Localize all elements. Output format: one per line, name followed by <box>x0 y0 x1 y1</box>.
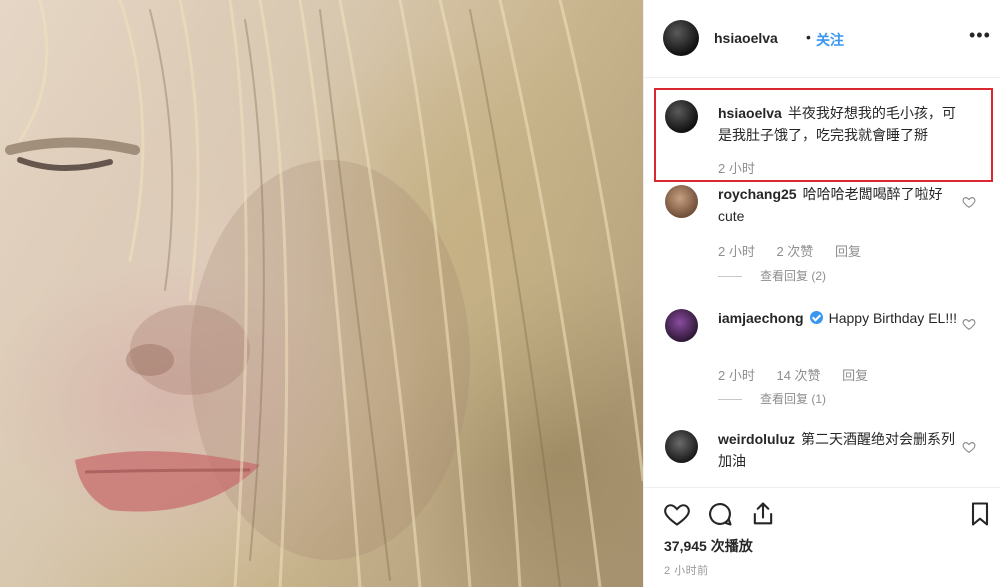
replies-divider-line <box>718 399 742 401</box>
verified-badge-icon <box>809 311 823 324</box>
caption-avatar[interactable] <box>665 100 698 133</box>
reply-button[interactable]: 回复 <box>842 368 868 383</box>
reply-button[interactable]: 回复 <box>835 244 861 259</box>
comment-like-heart-icon[interactable] <box>962 317 976 331</box>
comment-username[interactable]: iamjaechong <box>718 310 804 326</box>
view-count[interactable]: 37,945 次播放 <box>664 536 753 556</box>
comment-time: 2 小时 <box>718 368 755 383</box>
comment-bubble-icon[interactable] <box>706 500 734 528</box>
heart-icon[interactable] <box>663 500 691 528</box>
commenter-avatar[interactable] <box>665 309 698 342</box>
media-image <box>5 0 643 587</box>
comment-like-heart-icon[interactable] <box>962 195 976 209</box>
comment-likes-count[interactable]: 14 次赞 <box>776 368 820 383</box>
view-replies-button[interactable]: 查看回复 (2) <box>718 267 826 284</box>
author-username[interactable]: hsiaoelva <box>714 30 778 46</box>
caption-username[interactable]: hsiaoelva <box>718 105 782 121</box>
comment-likes-count[interactable]: 2 次赞 <box>776 244 813 259</box>
view-replies-label: 查看回复 (1) <box>760 392 827 406</box>
follow-button[interactable]: 关注 <box>816 30 844 50</box>
share-icon[interactable] <box>749 500 777 528</box>
post-side-panel: hsiaoelva • 关注 ••• hsiaoelva 半夜我好想我的毛小孩，可… <box>643 0 1000 587</box>
header-separator: • <box>806 29 811 45</box>
comment-username[interactable]: roychang25 <box>718 186 797 202</box>
post-action-bar <box>644 487 1000 537</box>
commenter-avatar[interactable] <box>665 185 698 218</box>
comment-time: 2 小时 <box>718 244 755 259</box>
post-timestamp: 2 小时前 <box>664 565 709 577</box>
view-replies-button[interactable]: 查看回复 (1) <box>718 390 826 407</box>
bookmark-icon[interactable] <box>966 500 994 528</box>
caption-time: 2 小时 <box>718 161 755 176</box>
comment-text: Happy Birthday EL!!! <box>828 310 957 326</box>
comment-like-heart-icon[interactable] <box>962 440 976 454</box>
view-replies-label: 查看回复 (2) <box>760 269 827 283</box>
more-options-icon[interactable]: ••• <box>969 25 991 46</box>
commenter-avatar[interactable] <box>665 430 698 463</box>
author-avatar[interactable] <box>663 20 699 56</box>
post-header: hsiaoelva • 关注 ••• <box>644 0 1000 78</box>
replies-divider-line <box>718 276 742 278</box>
post-media[interactable] <box>0 0 643 587</box>
comment-username[interactable]: weirdoluluz <box>718 431 795 447</box>
